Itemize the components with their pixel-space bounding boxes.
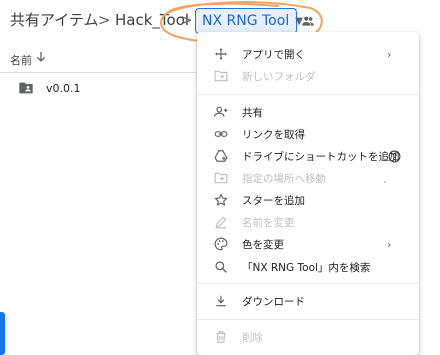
menu-item-label: 名前を変更 [242, 216, 295, 229]
menu-item-share[interactable]: 共有 [197, 101, 419, 123]
person-add-icon [214, 106, 228, 117]
menu-item-rename: 名前を変更 [197, 211, 419, 233]
menu-item-label: 色を変更 [242, 238, 284, 251]
star-icon [214, 193, 228, 206]
menu-item-label: 指定の場所へ移動 [242, 172, 326, 185]
menu-divider [197, 283, 419, 284]
breadcrumb-separator: > [180, 11, 193, 29]
menu-item-delete: 削除 [197, 326, 419, 348]
shared-folder-icon [19, 82, 33, 94]
current-folder-label: NX RNG Tool [202, 13, 290, 29]
palette-icon [214, 237, 228, 251]
menu-item-label: リンクを取得 [242, 128, 305, 141]
menu-item-change-color[interactable]: 色を変更 › [197, 233, 419, 255]
left-edge-button[interactable] [0, 312, 5, 355]
chevron-right-icon: › [387, 47, 392, 61]
menu-item-add-star[interactable]: スターを追加 [197, 189, 419, 211]
menu-item-add-shortcut[interactable]: ドライブにショートカットを追加 [197, 145, 419, 167]
name-column-header[interactable]: 名前 [10, 52, 32, 68]
menu-item-label: スターを追加 [242, 194, 305, 207]
menu-item-label: ダウンロード [242, 295, 305, 308]
trash-icon [216, 331, 226, 343]
shared-people-icon[interactable] [301, 14, 315, 28]
menu-item-download[interactable]: ダウンロード [197, 290, 419, 312]
breadcrumb-hack-tool[interactable]: Hack_Tool [115, 6, 189, 34]
menu-item-label: 新しいフォルダ [242, 70, 316, 83]
new-folder-icon [214, 70, 228, 82]
menu-divider [197, 94, 419, 95]
pencil-icon [215, 216, 227, 229]
search-icon [215, 261, 227, 273]
link-icon [214, 131, 228, 137]
menu-item-label: 削除 [242, 331, 263, 344]
menu-divider [197, 319, 419, 320]
chevron-right-icon: › [387, 237, 392, 251]
list-divider [0, 72, 200, 73]
menu-item-new-folder: 新しいフォルダ [197, 65, 419, 87]
menu-item-label: 「NX RNG Tool」内を検索 [242, 261, 371, 274]
menu-item-get-link[interactable]: リンクを取得 [197, 123, 419, 145]
context-menu: アプリで開く › 新しいフォルダ 共有 リンクを取得 ドライブにショートカットを… [197, 32, 419, 355]
move-to-icon [214, 172, 228, 184]
list-item[interactable]: v0.0.1 [46, 82, 81, 95]
decorative-dot [384, 181, 386, 183]
breadcrumb-separator: > [98, 11, 111, 29]
menu-item-label: 共有 [242, 106, 263, 119]
help-icon[interactable] [388, 150, 401, 163]
sort-arrow-down-icon[interactable] [36, 51, 46, 63]
menu-item-label: アプリで開く [242, 48, 305, 61]
move-icon [215, 48, 227, 60]
add-to-drive-icon [214, 150, 228, 162]
menu-item-search-in-folder[interactable]: 「NX RNG Tool」内を検索 [197, 256, 419, 278]
menu-item-open-with[interactable]: アプリで開く › [197, 43, 419, 65]
menu-item-move-to: 指定の場所へ移動 [197, 167, 419, 189]
breadcrumb-current-folder[interactable]: NX RNG Tool ▼ [195, 8, 303, 34]
menu-item-label: ドライブにショートカットを追加 [242, 150, 400, 163]
download-icon [216, 295, 226, 307]
breadcrumb-shared-items[interactable]: 共有アイテム [10, 6, 99, 34]
